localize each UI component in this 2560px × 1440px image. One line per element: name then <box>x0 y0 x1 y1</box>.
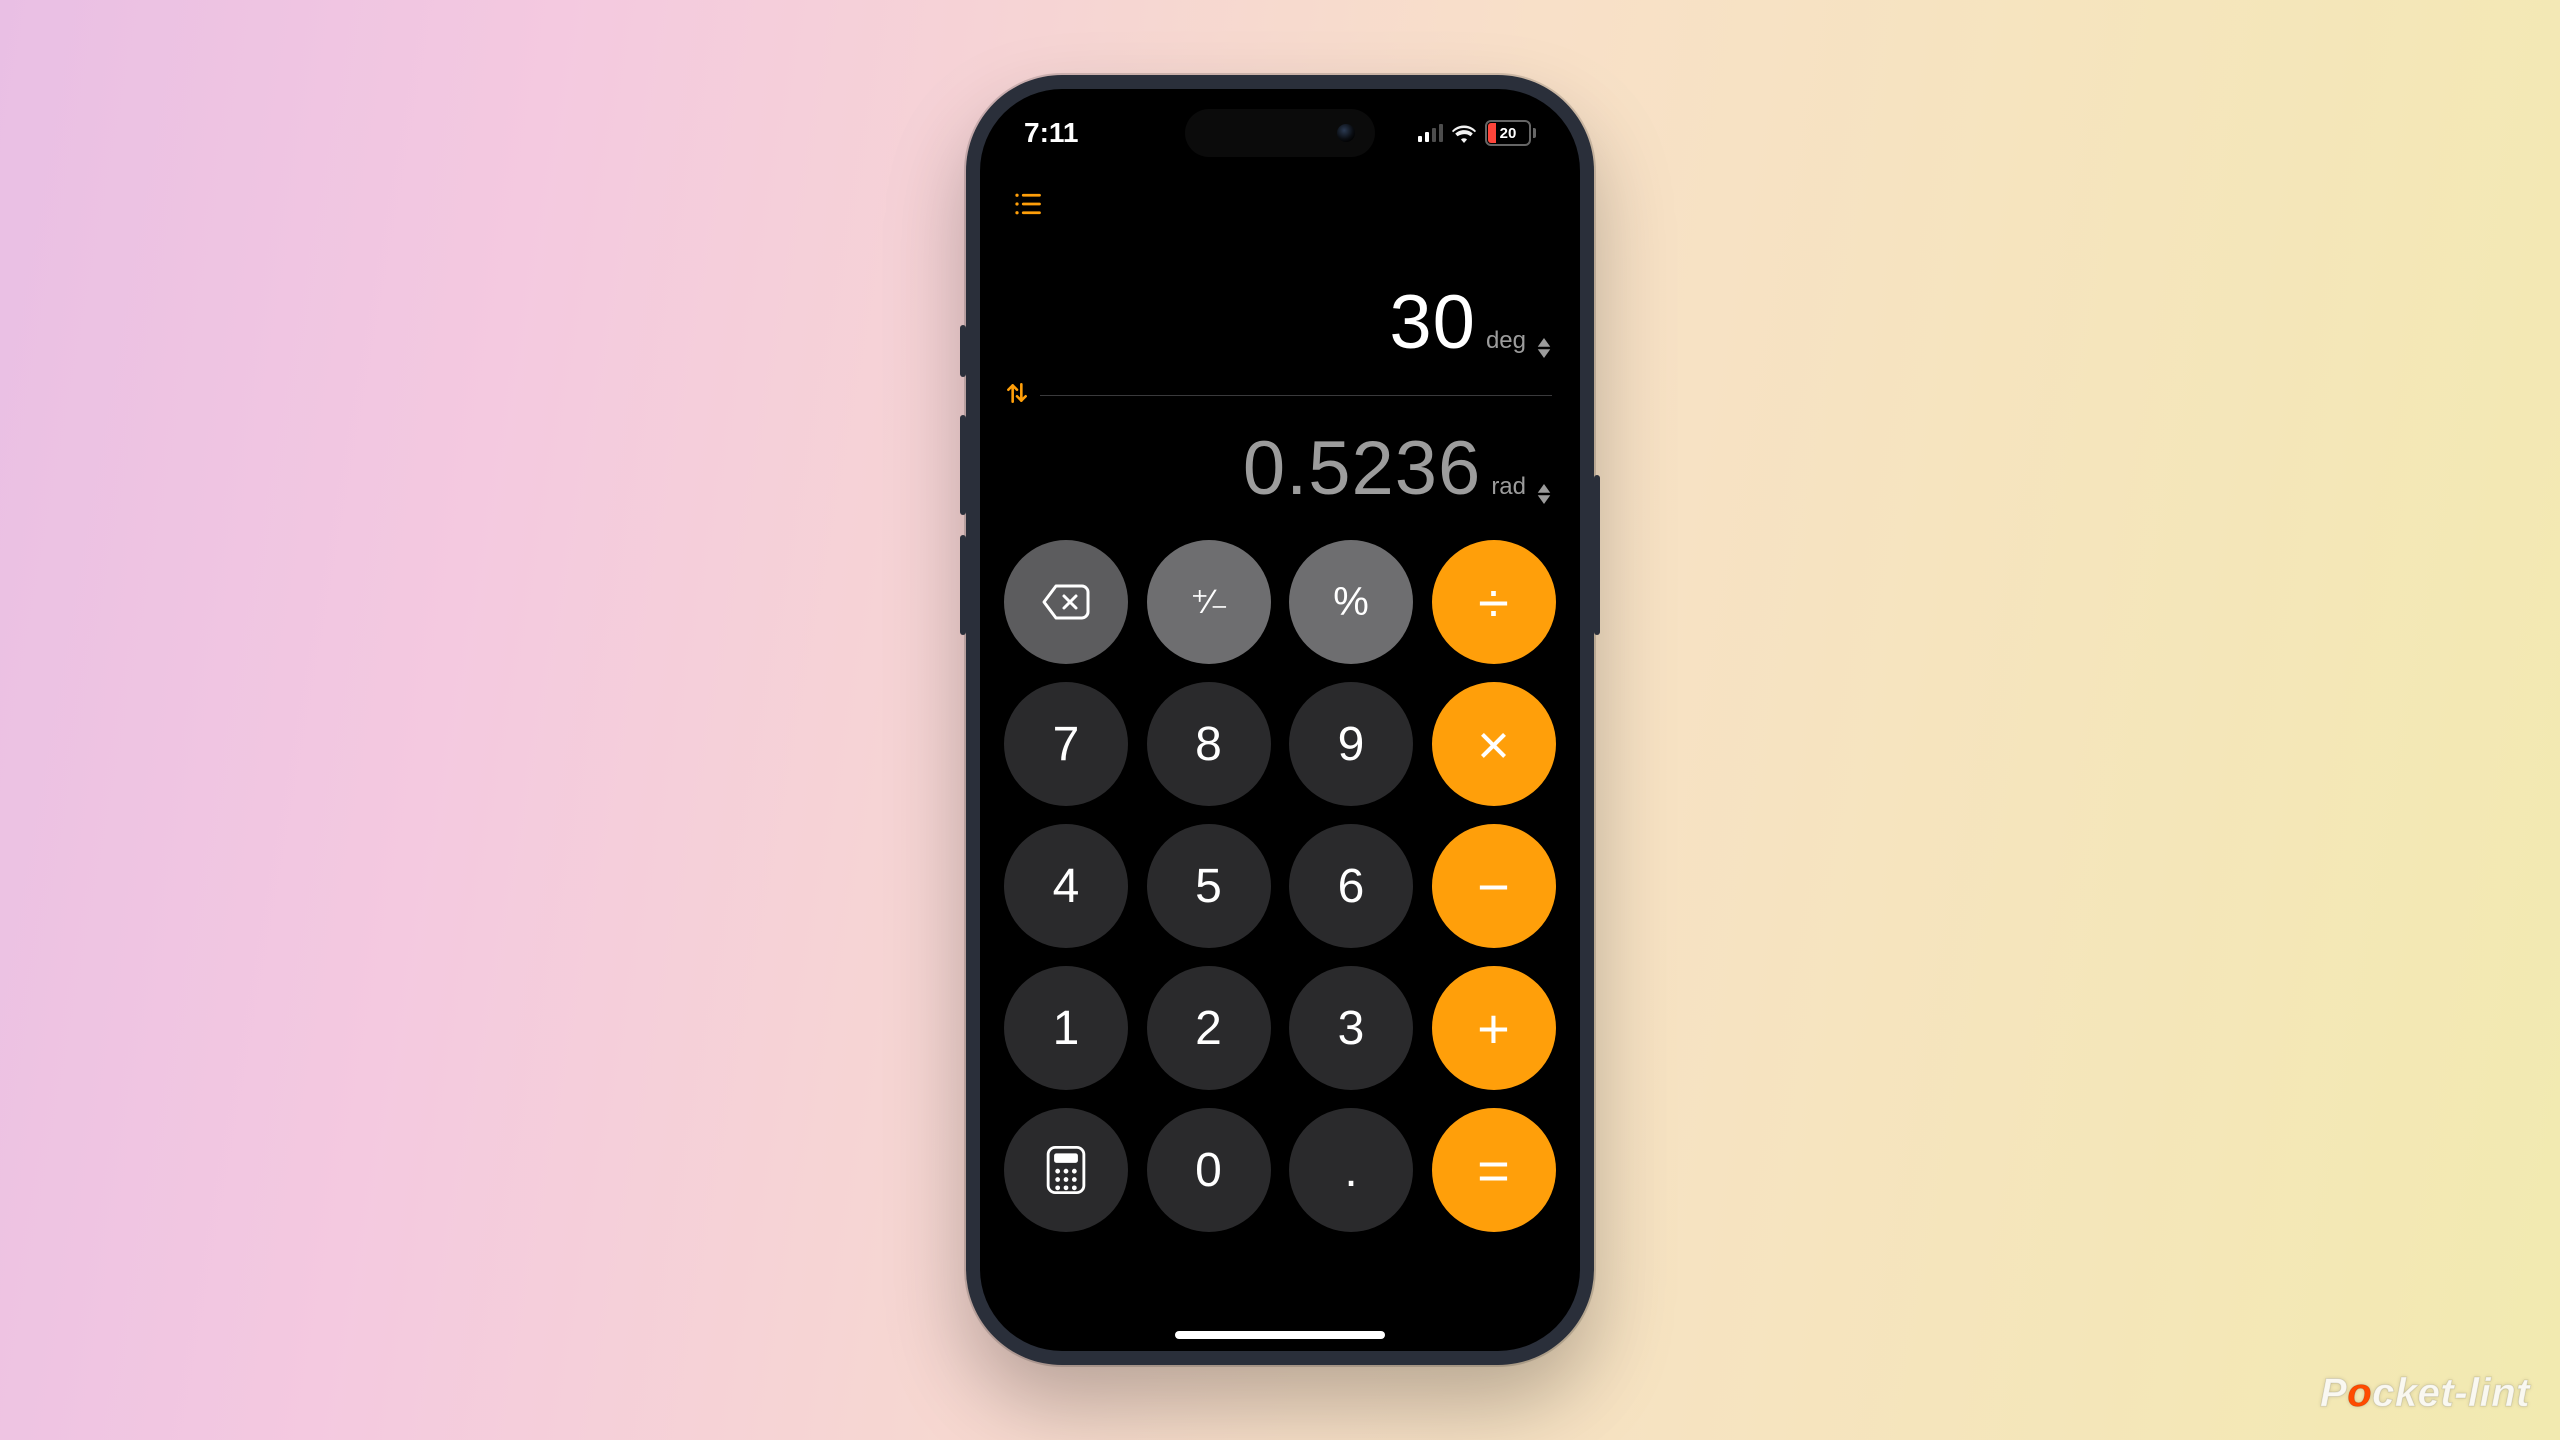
secondary-display-row[interactable]: 0.5236 rad <box>1004 425 1552 512</box>
digit-2-button[interactable]: 2 <box>1147 966 1271 1090</box>
secondary-value: 0.5236 <box>1243 425 1481 512</box>
unit-selector-icon[interactable] <box>1536 338 1552 358</box>
backspace-button[interactable] <box>1004 540 1128 664</box>
mute-switch[interactable] <box>960 325 966 377</box>
unit-selector-icon[interactable] <box>1536 484 1552 504</box>
digit-5-button[interactable]: 5 <box>1147 824 1271 948</box>
decimal-button[interactable]: . <box>1289 1108 1413 1232</box>
digit-9-button[interactable]: 9 <box>1289 682 1413 806</box>
plus-button[interactable]: + <box>1432 966 1556 1090</box>
minus-button[interactable]: − <box>1432 824 1556 948</box>
keypad: ⁺∕₋ % ÷ 7 8 9 × 4 5 6 − 1 2 3 + <box>1004 540 1556 1232</box>
front-camera-icon <box>1337 124 1355 142</box>
secondary-unit: rad <box>1491 473 1526 501</box>
mode-button[interactable] <box>1004 1108 1128 1232</box>
digit-6-button[interactable]: 6 <box>1289 824 1413 948</box>
home-indicator[interactable] <box>1175 1331 1385 1339</box>
multiply-button[interactable]: × <box>1432 682 1556 806</box>
digit-4-button[interactable]: 4 <box>1004 824 1128 948</box>
digit-7-button[interactable]: 7 <box>1004 682 1128 806</box>
display-divider <box>1040 395 1552 396</box>
equals-button[interactable]: = <box>1432 1108 1556 1232</box>
phone-frame: 7:11 20 <box>966 75 1594 1365</box>
battery-icon: 20 <box>1485 120 1536 146</box>
primary-display-row[interactable]: 30 deg <box>1004 279 1552 366</box>
primary-value: 30 <box>1389 279 1476 366</box>
history-button[interactable] <box>1012 189 1042 219</box>
background: 7:11 20 <box>0 0 2560 1440</box>
watermark: Pocket-lint <box>2320 1371 2530 1416</box>
primary-unit: deg <box>1486 327 1526 355</box>
volume-down-button[interactable] <box>960 535 966 635</box>
percent-button[interactable]: % <box>1289 540 1413 664</box>
digit-1-button[interactable]: 1 <box>1004 966 1128 1090</box>
cellular-icon <box>1418 124 1444 142</box>
wifi-icon <box>1451 123 1477 143</box>
digit-8-button[interactable]: 8 <box>1147 682 1271 806</box>
calculator-app: 30 deg 0.5236 <box>980 177 1580 1351</box>
display-area: 30 deg 0.5236 <box>1004 279 1556 512</box>
status-right: 20 <box>1418 120 1537 146</box>
phone-screen: 7:11 20 <box>980 89 1580 1351</box>
status-time: 7:11 <box>1024 117 1079 149</box>
dynamic-island <box>1185 109 1375 157</box>
digit-0-button[interactable]: 0 <box>1147 1108 1271 1232</box>
volume-up-button[interactable] <box>960 415 966 515</box>
swap-units-button[interactable] <box>1004 380 1030 411</box>
power-button[interactable] <box>1594 475 1600 635</box>
battery-percent: 20 <box>1500 125 1517 142</box>
divide-button[interactable]: ÷ <box>1432 540 1556 664</box>
plus-minus-button[interactable]: ⁺∕₋ <box>1147 540 1271 664</box>
digit-3-button[interactable]: 3 <box>1289 966 1413 1090</box>
